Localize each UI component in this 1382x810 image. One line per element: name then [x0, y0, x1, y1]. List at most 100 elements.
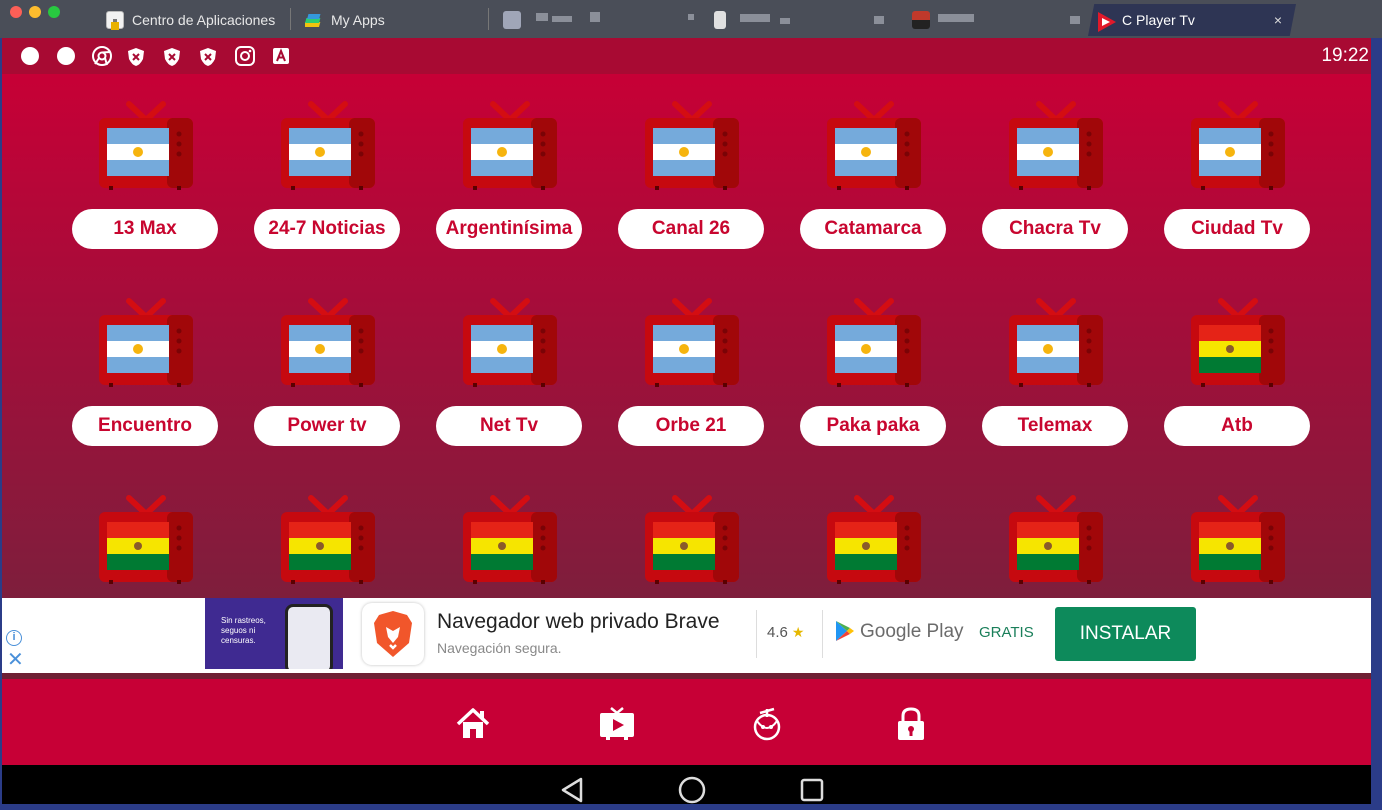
channel-card[interactable]: Orbe 21 — [618, 271, 764, 451]
system-nav-bar — [2, 765, 1371, 804]
blurred-tab-icon — [503, 11, 521, 29]
tv-flag-icon[interactable] — [99, 494, 193, 584]
tab-app-center[interactable]: Centro de Aplicaciones — [98, 4, 284, 36]
channel-label[interactable]: Net Tv — [436, 406, 582, 446]
tv-flag-icon[interactable] — [827, 297, 921, 387]
channel-label[interactable]: Canal 26 — [618, 209, 764, 249]
maximize-window-button[interactable] — [48, 6, 60, 18]
font-icon — [272, 47, 290, 65]
channel-card[interactable]: 13 Max — [72, 74, 218, 254]
channel-card[interactable]: Canal 26 — [618, 74, 764, 254]
sports-ball-icon[interactable] — [748, 705, 786, 743]
google-play-icon — [835, 620, 855, 642]
channel-card[interactable]: Argentinísima — [436, 74, 582, 254]
channel-card[interactable] — [436, 468, 582, 598]
tv-flag-icon[interactable] — [827, 100, 921, 190]
ad-rating: 4.6 ★ — [767, 624, 804, 641]
android-status-bar: 19:22 — [2, 38, 1371, 74]
rating-value: 4.6 — [767, 624, 788, 641]
channel-card[interactable]: Catamarca — [800, 74, 946, 254]
tab-bar: Centro de Aplicaciones My Apps C Player … — [0, 0, 1382, 38]
ad-banner[interactable]: i ✕ Sin rastreos, seguos ni censuras. Na… — [2, 598, 1371, 673]
tv-flag-icon[interactable] — [645, 494, 739, 584]
tab-label: Centro de Aplicaciones — [132, 12, 276, 28]
channel-label[interactable]: 13 Max — [72, 209, 218, 249]
channel-card[interactable]: Encuentro — [72, 271, 218, 451]
tv-flag-icon[interactable] — [463, 494, 557, 584]
chrome-icon — [91, 45, 113, 67]
channel-card[interactable]: Chacra Tv — [982, 74, 1128, 254]
channel-label[interactable]: Argentinísima — [436, 209, 582, 249]
tv-flag-icon[interactable] — [99, 100, 193, 190]
channel-card[interactable]: Ciudad Tv — [1164, 74, 1310, 254]
tab-label: My Apps — [331, 12, 385, 28]
channel-grid: 13 Max 24-7 Noticias Argentinísima Canal 26… — [2, 74, 1371, 598]
channel-label[interactable]: Encuentro — [72, 406, 218, 446]
channel-card[interactable]: Atb — [1164, 271, 1310, 451]
tv-flag-icon[interactable] — [1191, 100, 1285, 190]
tv-flag-icon[interactable] — [1009, 297, 1103, 387]
channel-card[interactable]: Paka paka — [800, 271, 946, 451]
ad-info-icon[interactable]: i — [6, 630, 22, 646]
tv-flag-icon[interactable] — [281, 494, 375, 584]
channel-card[interactable] — [618, 468, 764, 598]
phone-illustration — [285, 604, 333, 669]
channel-card[interactable]: Power tv — [254, 271, 400, 451]
home-circle-icon[interactable] — [677, 775, 707, 805]
tv-flag-icon[interactable] — [1009, 494, 1103, 584]
dot-icon — [57, 47, 75, 65]
tv-flag-icon[interactable] — [463, 100, 557, 190]
channel-card[interactable] — [72, 468, 218, 598]
tv-play-icon[interactable] — [598, 705, 636, 743]
channel-label[interactable]: Paka paka — [800, 406, 946, 446]
channel-label[interactable]: Catamarca — [800, 209, 946, 249]
tv-flag-icon[interactable] — [1191, 297, 1285, 387]
tab-blurred-2[interactable] — [706, 4, 886, 36]
ad-image[interactable]: Sin rastreos, seguos ni censuras. — [205, 598, 343, 669]
recents-icon[interactable] — [797, 775, 827, 805]
shield-x-icon — [127, 47, 145, 66]
tv-flag-icon[interactable] — [99, 297, 193, 387]
brave-logo-icon[interactable] — [362, 603, 424, 665]
minimize-window-button[interactable] — [29, 6, 41, 18]
tv-flag-icon[interactable] — [281, 297, 375, 387]
channel-label[interactable]: 24-7 Noticias — [254, 209, 400, 249]
channel-card[interactable]: 24-7 Noticias — [254, 74, 400, 254]
tv-flag-icon[interactable] — [463, 297, 557, 387]
tv-flag-icon[interactable] — [281, 100, 375, 190]
channel-card[interactable] — [254, 468, 400, 598]
lock-icon[interactable] — [892, 705, 930, 743]
channel-card[interactable]: Net Tv — [436, 271, 582, 451]
status-clock: 19:22 — [1321, 45, 1369, 66]
blurred-tab-icon — [714, 11, 726, 29]
tv-flag-icon[interactable] — [645, 297, 739, 387]
channel-label[interactable]: Power tv — [254, 406, 400, 446]
close-window-button[interactable] — [10, 6, 22, 18]
tv-flag-icon[interactable] — [645, 100, 739, 190]
ad-close-icon[interactable]: ✕ — [7, 650, 24, 670]
back-icon[interactable] — [557, 775, 587, 805]
tab-blurred-3[interactable] — [904, 4, 1074, 36]
channel-label[interactable]: Orbe 21 — [618, 406, 764, 446]
channel-label[interactable]: Atb — [1164, 406, 1310, 446]
ad-subtitle: Navegación segura. — [437, 640, 562, 656]
tv-flag-icon[interactable] — [1191, 494, 1285, 584]
channel-label[interactable]: Telemax — [982, 406, 1128, 446]
c-player-icon — [1096, 11, 1116, 32]
channel-label[interactable]: Chacra Tv — [982, 209, 1128, 249]
tv-flag-icon[interactable] — [827, 494, 921, 584]
tab-c-player-tv[interactable]: C Player Tv × — [1088, 4, 1296, 36]
install-button[interactable]: INSTALAR — [1055, 607, 1196, 661]
channel-card[interactable]: Telemax — [982, 271, 1128, 451]
tv-flag-icon[interactable] — [1009, 100, 1103, 190]
channel-label[interactable]: Ciudad Tv — [1164, 209, 1310, 249]
shield-x-icon — [199, 47, 217, 66]
instagram-icon — [234, 45, 256, 67]
home-icon[interactable] — [454, 705, 492, 743]
channel-card[interactable] — [800, 468, 946, 598]
ad-title[interactable]: Navegador web privado Brave — [437, 610, 720, 634]
close-tab-icon[interactable]: × — [1274, 4, 1282, 36]
tab-my-apps[interactable]: My Apps — [297, 4, 477, 36]
channel-card[interactable] — [1164, 468, 1310, 598]
channel-card[interactable] — [982, 468, 1128, 598]
